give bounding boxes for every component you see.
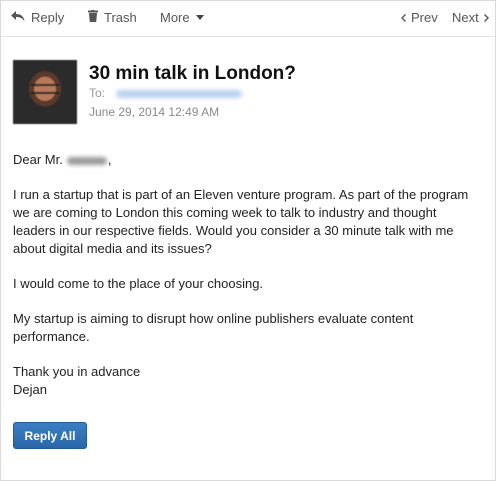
recipient-redacted (116, 89, 243, 98)
signature: Dejan (13, 382, 47, 397)
greeting: Dear Mr., (13, 151, 473, 169)
body-paragraph-3: My startup is aiming to disrupt how onli… (13, 311, 417, 344)
sender-avatar (13, 60, 77, 124)
body-paragraph-2: I would come to the place of your choosi… (13, 276, 264, 291)
trash-icon (88, 10, 98, 25)
reply-button[interactable]: Reply (11, 10, 64, 25)
body-paragraph-1: I run a startup that is part of an Eleve… (13, 187, 472, 256)
message-subject: 30 min talk in London? (89, 63, 296, 84)
message-body: Dear Mr., I run a startup that is part o… (13, 151, 473, 399)
chevron-left-icon (401, 10, 406, 25)
avatar-glasses (31, 84, 59, 94)
closing-block: Thank you in advance Dejan (13, 363, 473, 399)
to-label: To: (89, 86, 106, 100)
more-label: More (160, 10, 190, 25)
next-button[interactable]: Next (452, 10, 489, 25)
toolbar: Reply Trash More Prev Next (1, 1, 495, 37)
message-date: June 29, 2014 12:49 AM (89, 105, 220, 119)
prev-button[interactable]: Prev (401, 10, 438, 25)
trash-button[interactable]: Trash (88, 10, 137, 25)
reply-label: Reply (31, 10, 65, 25)
chevron-down-icon (195, 15, 204, 20)
reply-arrow-icon (11, 10, 25, 25)
closing: Thank you in advance (13, 364, 141, 379)
greeting-prefix: Dear Mr. (13, 152, 63, 167)
trash-label: Trash (104, 10, 137, 25)
chevron-right-icon (483, 10, 489, 25)
recipient-name-redacted (66, 156, 107, 165)
next-label: Next (452, 10, 479, 25)
prev-label: Prev (411, 10, 438, 25)
message-header: 30 min talk in London? To: June 29, 2014… (13, 60, 483, 124)
more-button[interactable]: More (160, 10, 204, 25)
recipient-line: To: (89, 86, 243, 100)
email-view: Reply Trash More Prev Next 30 min talk i… (0, 0, 496, 481)
reply-all-button[interactable]: Reply All (13, 422, 87, 449)
greeting-suffix: , (107, 152, 112, 167)
